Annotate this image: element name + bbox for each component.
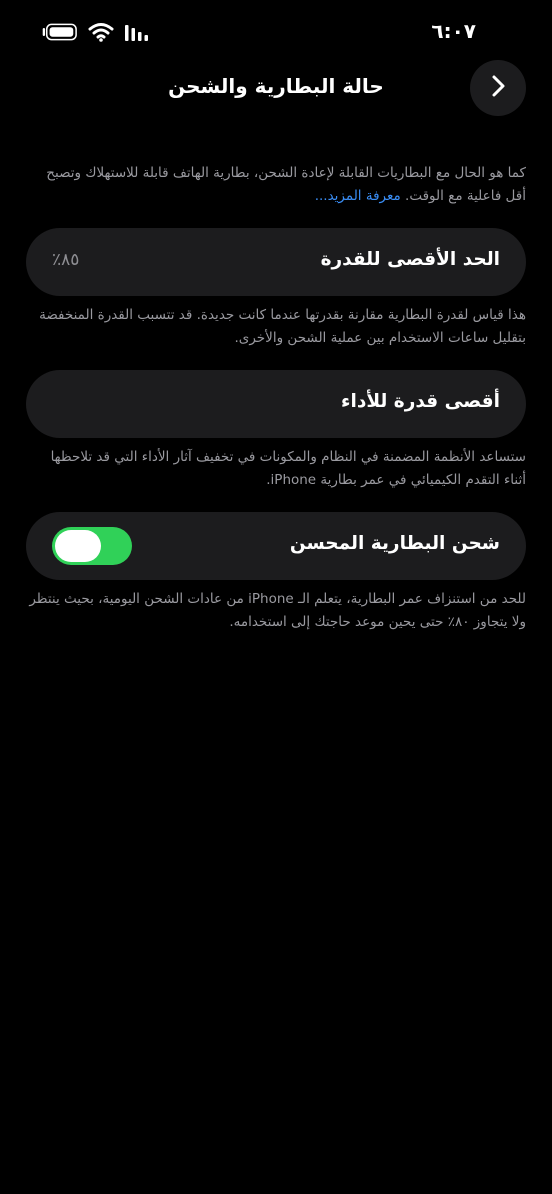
toggle-knob <box>55 530 101 562</box>
maximum-capacity-value: ٨٥٪ <box>52 250 80 270</box>
maximum-capacity-footnote: هذا قياس لقدرة البطارية مقارنة بقدرتها ع… <box>39 307 526 346</box>
peak-performance-row: أقصى قدرة للأداء <box>26 370 526 438</box>
optimized-charging-row: شحن البطارية المحسن <box>26 512 526 580</box>
status-icons <box>42 22 150 42</box>
status-bar: ٦:٠٧ <box>0 0 552 64</box>
back-button[interactable] <box>470 60 526 116</box>
optimized-charging-label: شحن البطارية المحسن <box>289 533 500 554</box>
wifi-icon <box>88 22 114 42</box>
chevron-right-icon <box>488 74 508 102</box>
battery-icon <box>42 22 78 42</box>
optimized-charging-footnote: للحد من استنزاف عمر البطارية، يتعلم الـ … <box>29 591 526 630</box>
optimized-charging-toggle[interactable] <box>52 527 132 565</box>
intro-description: كما هو الحال مع البطاريات القابلة لإعادة… <box>46 165 526 204</box>
peak-performance-footnote: ستساعد الأنظمة المضمنة في النظام والمكون… <box>50 449 526 488</box>
status-time: ٦:٠٧ <box>431 19 476 43</box>
settings-content: كما هو الحال مع البطاريات القابلة لإعادة… <box>26 162 526 654</box>
nav-bar: حالة البطارية والشحن <box>0 60 552 118</box>
learn-more-link[interactable]: معرفة المزيد... <box>315 188 401 204</box>
peak-performance-label: أقصى قدرة للأداء <box>341 391 500 412</box>
maximum-capacity-row: الحد الأقصى للقدرة ٨٥٪ <box>26 228 526 296</box>
maximum-capacity-label: الحد الأقصى للقدرة <box>320 249 500 270</box>
signal-icon <box>124 22 150 42</box>
intro-text: كما هو الحال مع البطاريات القابلة لإعادة… <box>26 162 526 208</box>
